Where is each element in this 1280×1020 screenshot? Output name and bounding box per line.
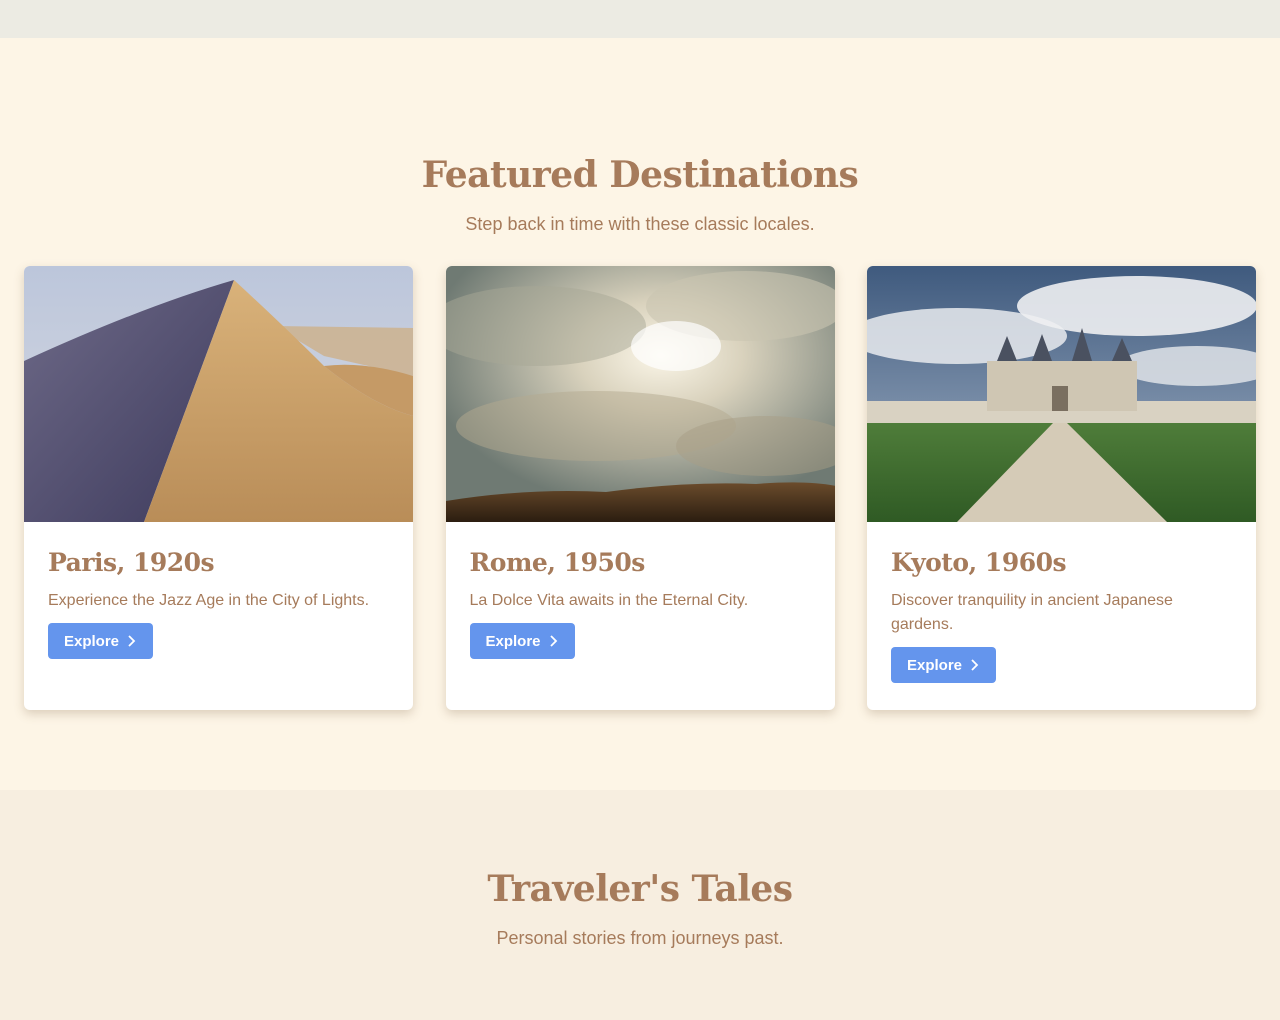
explore-button-label: Explore — [485, 632, 541, 650]
card-description: La Dolce Vita awaits in the Eternal City… — [469, 592, 749, 609]
tales-subtitle: Personal stories from journeys past. — [496, 928, 784, 948]
destination-cards: Paris, 1920s Experience the Jazz Age in … — [24, 266, 1256, 710]
chevron-right-icon — [971, 659, 979, 671]
featured-subtitle: Step back in time with these classic loc… — [465, 214, 815, 234]
card-title: Kyoto, 1960s — [891, 548, 1067, 577]
explore-button-label: Explore — [64, 632, 120, 650]
explore-button[interactable]: Explore — [891, 647, 997, 683]
desert-dune-image — [24, 266, 413, 522]
card-title: Paris, 1920s — [48, 548, 215, 577]
featured-destinations-section: Featured Destinations Step back in time … — [0, 38, 1280, 790]
travelers-tales-section: Traveler's Tales Personal stories from j… — [0, 790, 1280, 1020]
cloudy-sky-image — [445, 266, 835, 522]
explore-button[interactable]: Explore — [469, 623, 575, 659]
top-strip — [0, 0, 1280, 38]
chateau-image — [867, 266, 1256, 522]
card-title: Rome, 1950s — [469, 548, 646, 577]
destination-card-rome: Rome, 1950s La Dolce Vita awaits in the … — [445, 266, 835, 710]
destination-card-kyoto: Kyoto, 1960s Discover tranquility in anc… — [867, 266, 1256, 710]
destination-card-paris: Paris, 1920s Experience the Jazz Age in … — [24, 266, 413, 710]
card-description: Discover tranquility in ancient Japanese… — [891, 592, 1173, 633]
chevron-right-icon — [128, 635, 136, 647]
explore-button[interactable]: Explore — [48, 623, 154, 659]
explore-button-label: Explore — [907, 656, 963, 674]
chevron-right-icon — [549, 635, 557, 647]
card-description: Experience the Jazz Age in the City of L… — [48, 592, 370, 609]
featured-title: Featured Destinations — [421, 154, 859, 196]
tales-title: Traveler's Tales — [487, 868, 793, 910]
